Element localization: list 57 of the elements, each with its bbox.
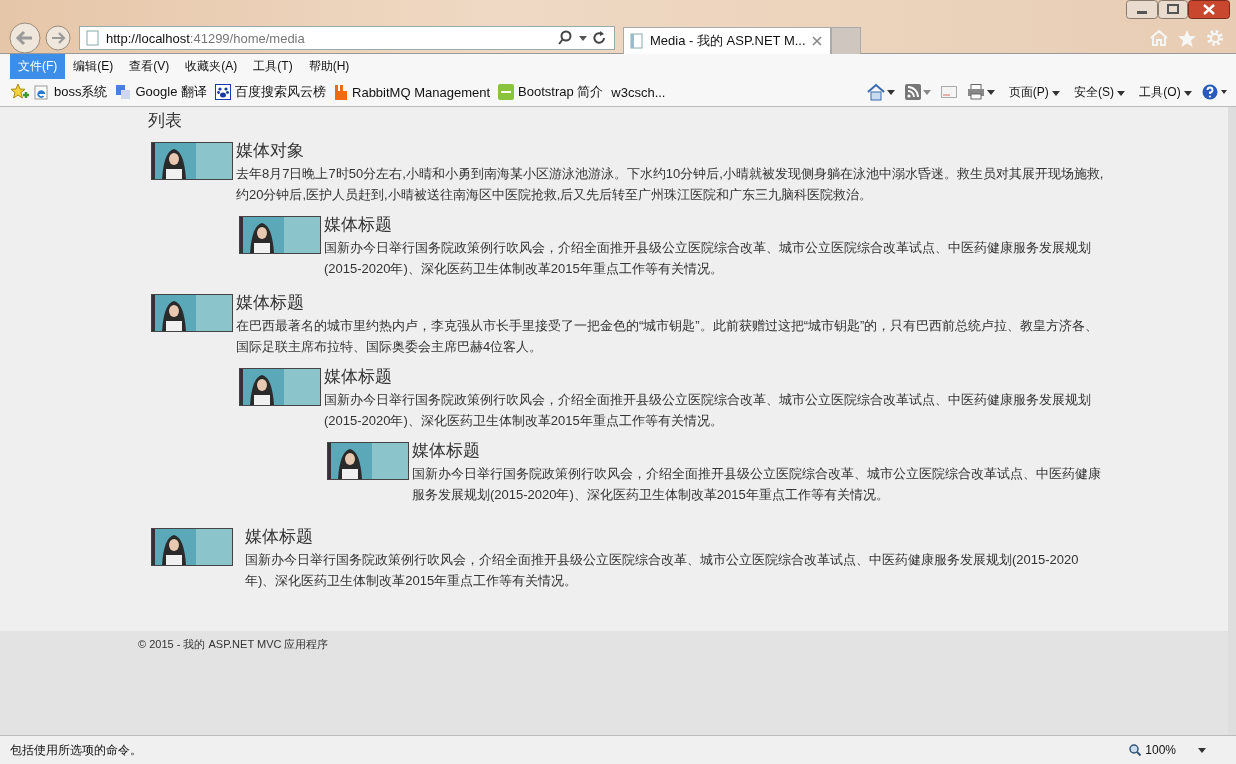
media-title: 媒体对象 [236, 140, 305, 162]
refresh-icon[interactable] [593, 31, 606, 45]
maximize-button[interactable] [1158, 0, 1188, 19]
command-menu[interactable]: 安全(S) [1074, 83, 1126, 101]
command-menu[interactable]: 页面(P) [1008, 83, 1060, 101]
media-title: 媒体标题 [324, 214, 393, 236]
dropdown-icon[interactable] [579, 35, 587, 41]
search-icon[interactable] [557, 30, 573, 46]
menu-item[interactable]: 查看(V) [121, 53, 178, 79]
media-text: 国新办今日举行国务院政策例行吹风会，介绍全面推开县级公立医院综合改革、城市公立医院综合改革试点、中医药健康服务发展规划(2015-2020年)、深化医药卫生体制改革2015年重点工作等有关情况。 [245, 551, 1080, 590]
command-menu[interactable]: 工具(O) [1139, 83, 1192, 101]
close-button[interactable] [1188, 0, 1230, 19]
page-heading: 列表 [148, 110, 183, 132]
favorite-link[interactable]: w3csch... [611, 84, 666, 100]
footer-text: © 2015 - 我的 ASP.NET MVC 应用程序 [138, 638, 329, 650]
paw-icon [215, 84, 231, 100]
favorite-link[interactable]: Bootstrap 简介 [518, 83, 604, 101]
menu-item[interactable]: 工具(T) [245, 53, 301, 79]
media-text: 去年8月7日晚上7时50分左右,小晴和小勇到南海某小区游泳池游泳。下水约10分钟后,小晴就被发现侧身躺在泳池中溺水昏迷。救生员对其展开现场施救,约20分钟后,医护人员赶到,小晴被送往南海区中医院抢救,后又先后转至广州珠江医院和广东三九脑科医院救治。 [236, 165, 1105, 204]
translate-icon [115, 84, 132, 100]
menu-item[interactable]: 收藏夹(A) [177, 53, 246, 79]
menu-item[interactable]: 编辑(E) [65, 53, 122, 79]
dropdown-icon[interactable] [886, 89, 895, 95]
print-icon[interactable] [966, 84, 985, 100]
address-field[interactable]: http://localhost:41299/home/media [79, 26, 615, 50]
media-text: 国新办今日举行国务院政策例行吹风会，介绍全面推开县级公立医院综合改革、城市公立医院综合改革试点、中医药健康服务发展规划(2015-2020年)、深化医药卫生体制改革2015年重点工作等有关情况。 [324, 239, 1092, 278]
ie-icon [34, 84, 50, 100]
zoom-level[interactable]: 100% [1145, 743, 1176, 757]
help-icon[interactable] [1202, 84, 1228, 100]
page-icon [630, 33, 644, 49]
favorite-link[interactable]: Google 翻译 [135, 83, 207, 101]
favorite-link[interactable]: boss系统 [54, 83, 108, 101]
status-text: 包括使用所选项的命令。 [10, 741, 142, 759]
menu-item[interactable]: 帮助(H) [300, 53, 358, 79]
media-title: 媒体标题 [324, 366, 393, 388]
media-title: 媒体标题 [412, 440, 481, 462]
media-text: 在巴西最著名的城市里约热内卢，李克强从市长手里接受了一把金色的“城市钥匙”。此前获赠过这把“城市钥匙”的，只有巴西前总统卢拉、教皇方济各、国际足联主席布拉特、国际奥委会主席巴赫4位客人。 [236, 317, 1100, 356]
caret-icon [1117, 90, 1126, 96]
feed-icon[interactable] [904, 84, 921, 100]
close-icon[interactable] [811, 36, 822, 46]
zoom-icon[interactable] [1129, 744, 1142, 756]
home-icon[interactable] [866, 83, 885, 101]
page-icon [86, 30, 100, 46]
dropdown-icon[interactable] [986, 89, 995, 95]
media-text: 国新办今日举行国务院政策例行吹风会，介绍全面推开县级公立医院综合改革、城市公立医院综合改革试点、中医药健康服务发展规划(2015-2020年)、深化医药卫生体制改革2015年重点工作等有关情况。 [324, 391, 1092, 430]
browser-tab[interactable]: Media - 我的 ASP.NET M... [623, 27, 831, 54]
dropdown-icon[interactable] [1198, 747, 1206, 753]
minimize-button[interactable] [1126, 0, 1158, 19]
media-title: 媒体标题 [236, 292, 305, 314]
favorite-link[interactable]: RabbitMQ Management [352, 84, 491, 100]
favorite-link[interactable]: 百度搜索风云榜 [235, 83, 326, 101]
forward-button[interactable] [45, 25, 71, 51]
caret-icon [1052, 90, 1060, 96]
media-text: 国新办今日举行国务院政策例行吹风会，介绍全面推开县级公立医院综合改革、城市公立医院综合改革试点、中医药健康服务发展规划(2015-2020年)、深化医药卫生体制改革2015年重点工作等有关情况。 [412, 465, 1102, 504]
caret-icon [1184, 90, 1192, 96]
favorites-star-icon[interactable] [10, 83, 30, 101]
media-title: 媒体标题 [245, 526, 314, 548]
